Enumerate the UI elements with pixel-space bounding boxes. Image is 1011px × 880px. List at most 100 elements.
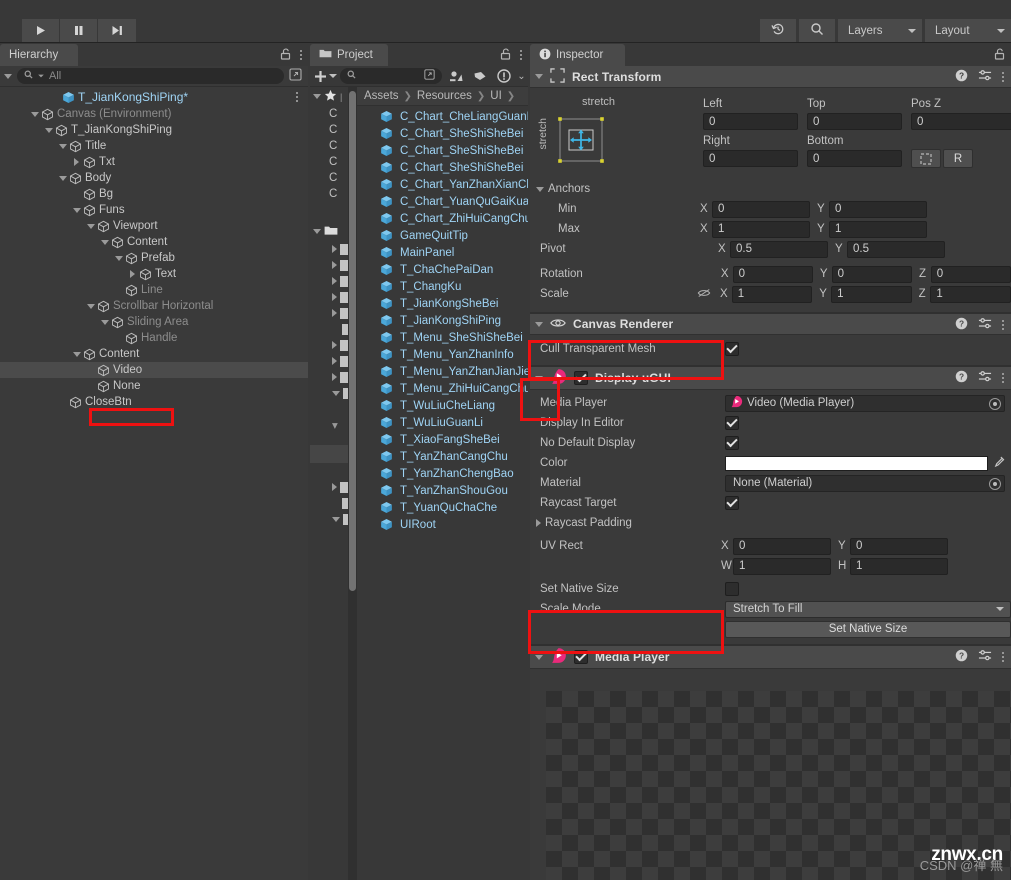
hierarchy-row-content[interactable]: Content xyxy=(0,234,308,250)
display-ugui-enabled-checkbox[interactable] xyxy=(574,371,588,385)
project-folder-row[interactable] xyxy=(310,305,348,321)
global-search-button[interactable] xyxy=(799,19,835,42)
raycast-padding-foldout[interactable]: Raycast Padding xyxy=(530,513,1011,533)
hierarchy-row-txt[interactable]: Txt xyxy=(0,154,308,170)
breadcrumb-item-resources[interactable]: Resources xyxy=(417,90,472,102)
twirl-open-icon[interactable] xyxy=(84,303,97,309)
project-asset-row[interactable]: C_Chart_CheLiangGuanLi xyxy=(357,108,528,125)
project-asset-row[interactable]: C_Chart_ZhiHuiCangChu xyxy=(357,210,528,227)
rotation-y-input[interactable]: 0 xyxy=(831,265,912,283)
top-input[interactable]: 0 xyxy=(807,113,902,130)
project-saved-search-row[interactable]: C xyxy=(310,106,348,122)
raw-edit-button[interactable]: R xyxy=(943,149,973,168)
hierarchy-row-viewport[interactable]: Viewport xyxy=(0,218,308,234)
twirl-open-icon[interactable] xyxy=(112,255,125,261)
hierarchy-row-canvas-environment-[interactable]: Canvas (Environment) xyxy=(0,106,308,122)
twirl-closed-icon[interactable] xyxy=(332,293,337,301)
twirl-closed-icon[interactable] xyxy=(332,277,337,285)
component-header-rect-transform[interactable]: Rect Transform ? xyxy=(530,66,1011,88)
project-folder-row[interactable] xyxy=(310,241,348,257)
set-native-size-checkbox[interactable] xyxy=(725,582,739,596)
tab-hierarchy[interactable]: Hierarchy xyxy=(0,44,78,66)
hierarchy-filter-caret-icon[interactable] xyxy=(4,73,12,79)
hierarchy-row-content[interactable]: Content xyxy=(0,346,308,362)
project-saved-search-row[interactable]: C xyxy=(310,122,348,138)
hierarchy-tree[interactable]: T_JianKongShiPing* Canvas (Environment) T… xyxy=(0,88,308,880)
twirl-open-icon[interactable] xyxy=(56,175,69,181)
pivot-y-input[interactable]: 0.5 xyxy=(847,240,945,258)
twirl-closed-icon[interactable] xyxy=(332,357,337,365)
project-asset-list[interactable]: C_Chart_CheLiangGuanLi C_Chart_SheShiSheB… xyxy=(357,106,528,880)
lock-icon[interactable] xyxy=(500,47,511,63)
blueprint-mode-button[interactable] xyxy=(911,149,941,168)
project-folder-row[interactable] xyxy=(310,273,348,289)
help-icon[interactable]: ? xyxy=(955,69,968,85)
twirl-open-icon[interactable] xyxy=(535,321,543,327)
project-asset-row[interactable]: T_ChaChePaiDan xyxy=(357,261,528,278)
project-folder-row[interactable] xyxy=(310,257,348,273)
lock-icon[interactable] xyxy=(280,47,291,63)
undo-history-button[interactable] xyxy=(760,19,796,42)
hierarchy-row-text[interactable]: Text xyxy=(0,266,308,282)
project-search-input[interactable] xyxy=(340,68,442,84)
scale-z-input[interactable]: 1 xyxy=(930,285,1011,303)
project-folder-row[interactable] xyxy=(310,321,348,337)
project-asset-row[interactable]: T_YanZhanCangChu xyxy=(357,448,528,465)
twirl-open-icon[interactable] xyxy=(70,351,83,357)
avatar-filter-icon[interactable] xyxy=(445,68,466,85)
project-asset-row[interactable]: T_Menu_SheShiSheBei xyxy=(357,329,528,346)
media-player-object-field[interactable]: Video (Media Player) xyxy=(725,394,1005,412)
project-folder-row[interactable]: ▾ xyxy=(310,417,348,433)
component-header-canvas-renderer[interactable]: Canvas Renderer ? xyxy=(530,313,1011,335)
hierarchy-search-expand-icon[interactable] xyxy=(289,68,302,84)
project-folder-row[interactable] xyxy=(310,289,348,305)
pos-z-input[interactable]: 0 xyxy=(911,113,1011,130)
twirl-closed-icon[interactable] xyxy=(332,261,337,269)
scale-y-input[interactable]: 1 xyxy=(831,285,912,303)
display-in-editor-checkbox[interactable] xyxy=(725,416,739,430)
anchor-max-y-input[interactable]: 1 xyxy=(829,220,927,238)
component-menu-icon[interactable] xyxy=(1002,652,1004,662)
media-player-enabled-checkbox[interactable] xyxy=(574,650,588,664)
twirl-closed-icon[interactable] xyxy=(332,341,337,349)
twirl-open-icon[interactable] xyxy=(332,516,340,522)
twirl-open-icon[interactable] xyxy=(332,390,340,396)
pivot-x-input[interactable]: 0.5 xyxy=(730,240,828,258)
hierarchy-root-menu-icon[interactable] xyxy=(296,92,298,102)
scrollbar-thumb[interactable] xyxy=(349,91,356,591)
warning-filter-icon[interactable] xyxy=(493,68,514,85)
project-asset-row[interactable]: T_WuLiuGuanLi xyxy=(357,414,528,431)
label-filter-icon[interactable] xyxy=(469,68,490,85)
tab-inspector[interactable]: Inspector xyxy=(530,44,625,66)
twirl-closed-icon[interactable] xyxy=(332,245,337,253)
twirl-open-icon[interactable] xyxy=(313,94,321,99)
anchor-min-x-input[interactable]: 0 xyxy=(712,200,810,218)
object-picker-icon[interactable] xyxy=(989,477,1001,490)
project-asset-row[interactable]: T_YanZhanChengBao xyxy=(357,465,528,482)
cull-transparent-mesh-checkbox[interactable] xyxy=(725,342,739,356)
project-asset-row[interactable]: C_Chart_YanZhanXianChang xyxy=(357,176,528,193)
left-input[interactable]: 0 xyxy=(703,113,798,130)
project-asset-row[interactable]: T_Menu_YanZhanInfo xyxy=(357,346,528,363)
hierarchy-search-input[interactable]: All xyxy=(17,68,284,84)
hierarchy-row-t-jiankongshiping[interactable]: T_JianKongShiPing xyxy=(0,122,308,138)
lock-icon[interactable] xyxy=(994,47,1005,63)
project-asset-row[interactable]: GameQuitTip xyxy=(357,227,528,244)
constrain-proportions-icon[interactable] xyxy=(697,287,711,302)
hierarchy-row-closebtn[interactable]: CloseBtn xyxy=(0,394,308,410)
project-menu-icon[interactable] xyxy=(520,50,522,60)
twirl-closed-icon[interactable] xyxy=(126,270,139,278)
project-favorites-row[interactable]: | xyxy=(310,87,348,106)
project-folder-row-open[interactable] xyxy=(310,385,348,401)
project-search-expand-icon[interactable] xyxy=(424,69,435,83)
project-asset-row[interactable]: C_Chart_SheShiSheBei xyxy=(357,142,528,159)
color-swatch[interactable] xyxy=(725,455,988,471)
project-asset-row[interactable]: T_Menu_ZhiHuiCangChu xyxy=(357,380,528,397)
project-asset-row[interactable]: T_YanZhanShouGou xyxy=(357,482,528,499)
uv-rect-w-input[interactable]: 1 xyxy=(733,557,831,575)
set-native-size-button[interactable]: Set Native Size xyxy=(725,620,1011,638)
hierarchy-row-title[interactable]: Title xyxy=(0,138,308,154)
project-folder-tree[interactable]: | C C C C C C ▾ xyxy=(310,87,348,880)
no-default-display-checkbox[interactable] xyxy=(725,436,739,450)
twirl-open-icon[interactable] xyxy=(535,74,543,79)
